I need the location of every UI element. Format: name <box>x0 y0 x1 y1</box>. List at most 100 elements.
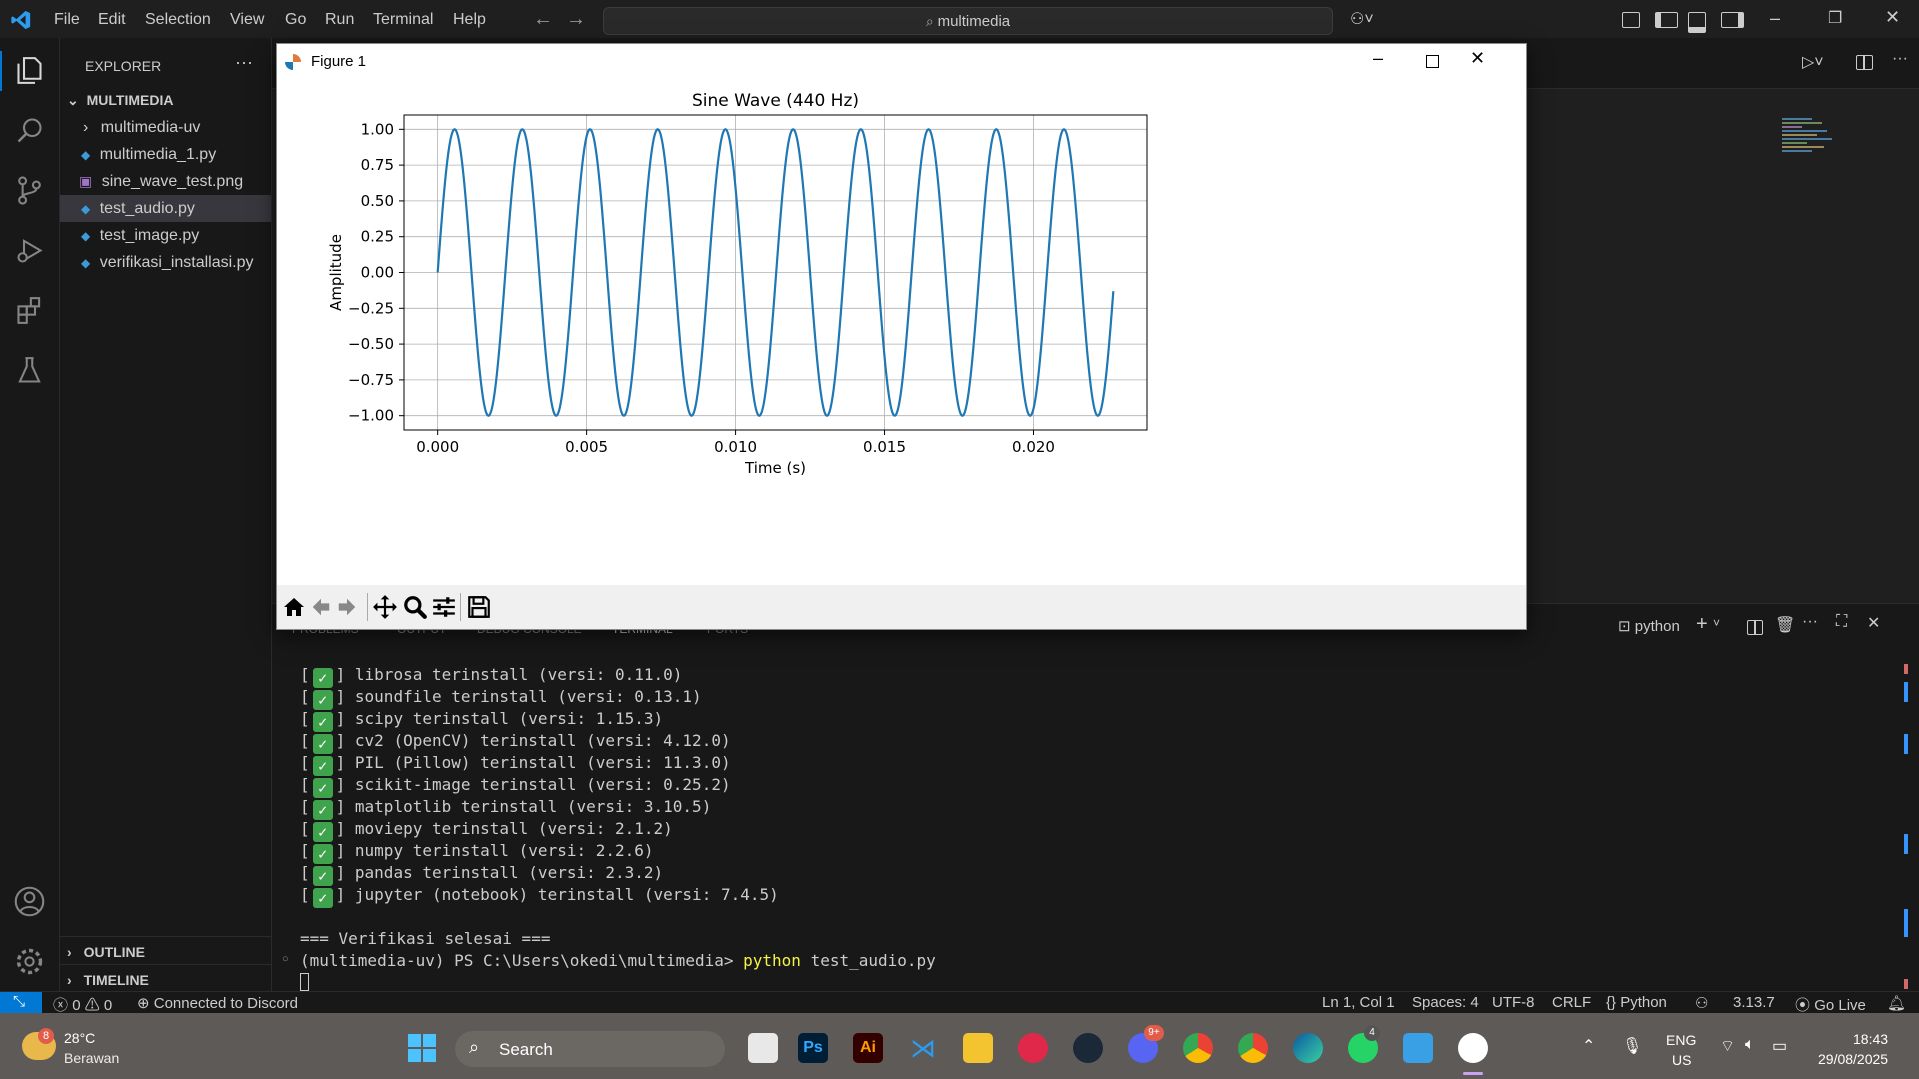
figure-titlebar[interactable]: Figure 1 – ✕ <box>277 44 1526 80</box>
figure-canvas[interactable]: 0.000 0.005 0.010 0.015 0.020 1.00 0.75 0.50 0.2… <box>277 80 1526 585</box>
save-figure-icon[interactable] <box>466 594 492 620</box>
taskbar-search-box[interactable]: ⌕ Search <box>455 1031 725 1067</box>
extensions-icon[interactable] <box>13 294 46 327</box>
source-control-icon[interactable] <box>13 174 46 207</box>
wifi-icon[interactable]: ⌔ <box>1720 1036 1735 1056</box>
illustrator-app-icon[interactable]: Ai <box>853 1033 883 1063</box>
minimize-window-icon[interactable]: – <box>1770 8 1780 29</box>
menu-edit[interactable]: Edit <box>98 11 126 29</box>
terminal-instance[interactable]: ⊡ python <box>1618 617 1680 635</box>
photoshop-app-icon[interactable]: Ps <box>798 1033 828 1063</box>
run-debug-icon[interactable] <box>13 234 46 267</box>
python-version[interactable]: 3.13.7 <box>1733 994 1775 1011</box>
menu-terminal[interactable]: Terminal <box>373 11 433 29</box>
close-panel-icon[interactable]: ✕ <box>1867 613 1880 633</box>
menu-run[interactable]: Run <box>325 11 354 29</box>
settings-gear-icon[interactable] <box>13 945 46 978</box>
close-window-icon[interactable]: ✕ <box>1885 7 1900 28</box>
figure-window[interactable]: Figure 1 – ✕ 0.000 0.005 0.010 0.015 0.020 1.… <box>276 43 1527 630</box>
new-terminal-plus-icon[interactable]: + <box>1696 613 1708 636</box>
notifications-bell-icon[interactable]: 🔔︎ <box>1887 994 1906 1012</box>
forward-arrow-icon[interactable]: → <box>566 8 586 31</box>
show-hidden-icons-chevron-icon[interactable]: ⌃ <box>1582 1036 1595 1056</box>
menu-view[interactable]: View <box>230 11 264 29</box>
matplotlib-app-icon[interactable] <box>1458 1033 1488 1063</box>
copilot-status-icon[interactable]: ⚇ <box>1695 994 1708 1012</box>
figure-close-icon[interactable]: ✕ <box>1470 48 1485 69</box>
folder-app-icon[interactable] <box>963 1033 993 1063</box>
chevron-down-icon[interactable]: ˅ <box>1713 616 1720 630</box>
accounts-icon[interactable] <box>13 885 46 918</box>
explorer-icon[interactable] <box>13 54 46 87</box>
media-player-app-icon[interactable] <box>1018 1033 1048 1063</box>
home-icon[interactable] <box>281 595 307 619</box>
language-mode[interactable]: {} Python <box>1606 994 1667 1011</box>
split-editor-icon[interactable] <box>1856 55 1873 70</box>
more-actions-icon[interactable]: ··· <box>1802 613 1818 631</box>
menu-file[interactable]: File <box>54 11 80 29</box>
testing-flask-icon[interactable] <box>13 354 46 387</box>
back-arrow-icon[interactable]: ← <box>533 8 553 31</box>
restore-window-icon[interactable]: ❐ <box>1828 8 1842 28</box>
steam-app-icon[interactable] <box>1073 1033 1103 1063</box>
menu-help[interactable]: Help <box>453 11 486 29</box>
weather-condition[interactable]: Berawan <box>64 1050 119 1066</box>
copilot-icon[interactable]: ⚇˅ <box>1350 9 1374 29</box>
tree-item-verifikasi-installasi-py[interactable]: ◆ verifikasi_installasi.py <box>60 249 271 276</box>
chrome-app-icon[interactable] <box>1183 1033 1213 1063</box>
microphone-icon[interactable]: 🎙︎ <box>1622 1036 1642 1056</box>
menu-selection[interactable]: Selection <box>145 11 211 29</box>
menu-go[interactable]: Go <box>285 11 306 29</box>
lang-us[interactable]: US <box>1672 1052 1691 1068</box>
search-icon[interactable] <box>13 114 46 147</box>
edge-app-icon[interactable] <box>1293 1033 1323 1063</box>
go-live-button[interactable]: ⦿ Go Live <box>1795 994 1866 1015</box>
windows-start-icon[interactable] <box>408 1034 436 1062</box>
folder-multimedia[interactable]: ⌄ MULTIMEDIA <box>60 87 271 114</box>
tree-item-test-image-py[interactable]: ◆ test_image.py <box>60 222 271 249</box>
timeline-section[interactable]: › TIMELINE <box>60 967 271 994</box>
tree-item-multimedia-uv[interactable]: › multimedia-uv <box>60 114 271 141</box>
minimap[interactable] <box>1782 116 1842 176</box>
pan-move-icon[interactable] <box>372 594 398 620</box>
configure-subplots-icon[interactable] <box>431 594 457 620</box>
kill-terminal-trash-icon[interactable]: 🗑 <box>1775 615 1795 635</box>
tree-item-sine-wave-test-png[interactable]: ▣ sine_wave_test.png <box>60 168 271 195</box>
problems-status[interactable]: ⓧ 0 ⚠ 0 <box>53 994 112 1015</box>
volume-icon[interactable]: 🔈︎ <box>1745 1036 1755 1054</box>
notepad-app-icon[interactable] <box>1403 1033 1433 1063</box>
discord-status[interactable]: ⊕ Connected to Discord <box>137 994 298 1012</box>
file-explorer-app-icon[interactable] <box>748 1033 778 1063</box>
run-python-icon[interactable]: ▷˅ <box>1802 52 1824 72</box>
forward-arrow-icon[interactable] <box>335 596 359 618</box>
weather-temp[interactable]: 28°C <box>64 1030 95 1046</box>
toggle-secondary-sidebar-icon[interactable] <box>1721 12 1744 28</box>
terminal-cursor[interactable] <box>300 973 309 991</box>
encoding[interactable]: UTF-8 <box>1492 994 1535 1011</box>
split-terminal-icon[interactable] <box>1747 620 1763 635</box>
zoom-magnifier-icon[interactable] <box>402 594 428 620</box>
chrome-profile-app-icon[interactable] <box>1238 1033 1268 1063</box>
tree-item-test-audio-py[interactable]: ◆ test_audio.py <box>60 195 271 222</box>
toggle-sidebar-icon[interactable] <box>1655 12 1678 28</box>
tree-item-multimedia-1-py[interactable]: ◆ multimedia_1.py <box>60 141 271 168</box>
maximize-panel-icon[interactable]: ⛶ <box>1836 613 1847 631</box>
command-decoration-icon[interactable]: ○ <box>282 953 289 965</box>
figure-maximize-icon[interactable] <box>1426 55 1439 68</box>
back-arrow-icon[interactable] <box>309 596 333 618</box>
command-center-search[interactable]: ⌕ multimedia <box>603 7 1333 35</box>
figure-minimize-icon[interactable]: – <box>1373 48 1383 69</box>
battery-icon[interactable]: ▭ <box>1772 1036 1787 1056</box>
clock-time[interactable]: 18:43 <box>1853 1031 1888 1047</box>
vscode-app-icon[interactable]: ⋊ <box>908 1033 938 1063</box>
customize-layout-icon[interactable] <box>1622 12 1640 28</box>
toggle-panel-icon[interactable] <box>1688 12 1706 33</box>
more-actions-icon[interactable]: ··· <box>1892 50 1908 68</box>
cursor-position[interactable]: Ln 1, Col 1 <box>1322 994 1395 1011</box>
lang-eng[interactable]: ENG <box>1666 1032 1696 1048</box>
indentation[interactable]: Spaces: 4 <box>1412 994 1479 1011</box>
outline-section[interactable]: › OUTLINE <box>60 939 271 966</box>
clock-date[interactable]: 29/08/2025 <box>1818 1051 1888 1067</box>
remote-indicator[interactable]: ⤡ <box>0 992 42 1014</box>
explorer-more-button[interactable]: ··· <box>235 52 253 73</box>
